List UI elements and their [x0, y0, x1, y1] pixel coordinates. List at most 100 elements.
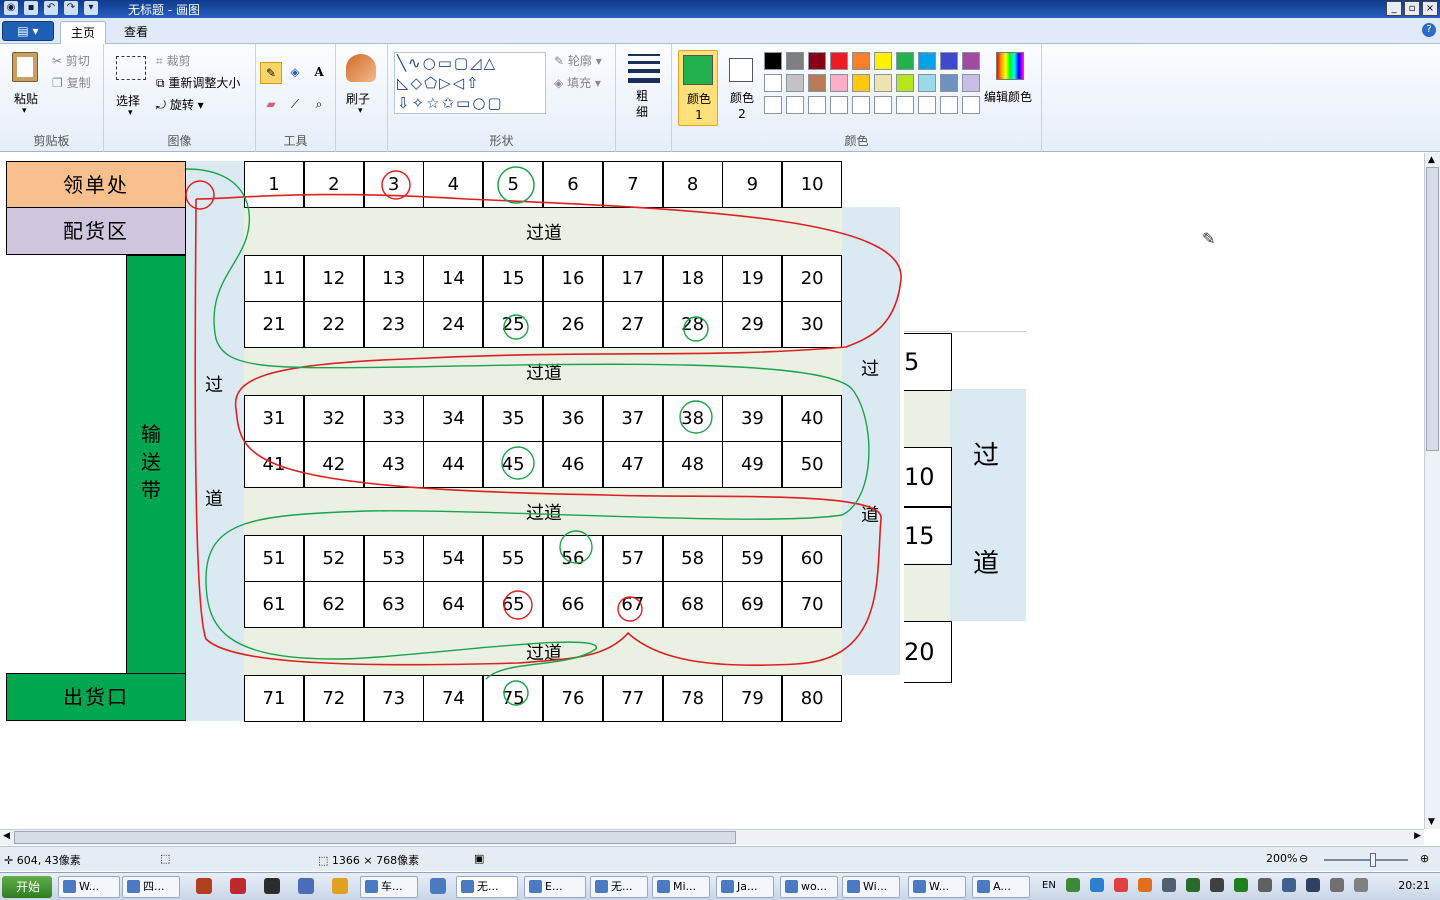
taskbar-item[interactable]: W... [58, 876, 120, 898]
edit-colors-button[interactable]: 编辑颜色 [984, 50, 1040, 120]
palette-swatch[interactable] [764, 96, 782, 114]
palette-swatch[interactable] [786, 74, 804, 92]
tab-home[interactable]: 主页 [60, 21, 107, 44]
palette-swatch[interactable] [918, 74, 936, 92]
palette-swatch[interactable] [786, 96, 804, 114]
tab-view[interactable]: 查看 [114, 21, 158, 44]
palette-swatch[interactable] [808, 52, 826, 70]
color2-button[interactable]: 颜色 2 [722, 50, 762, 126]
palette-swatch[interactable] [808, 74, 826, 92]
quick-launch-icon[interactable] [196, 878, 212, 894]
canvas-area[interactable]: 领单处 配货区 输 送 带 出货口 过道 过道 过道 过道 过 道 过 道 过 … [0, 153, 1424, 829]
zoom-in-button[interactable]: ⊕ [1420, 852, 1429, 865]
tray-icon[interactable] [1066, 878, 1080, 892]
redo-icon[interactable]: ↷ [64, 1, 78, 15]
zoom-slider[interactable] [1324, 853, 1408, 867]
size-button[interactable]: 粗细 [626, 52, 662, 122]
zoom-slider-thumb[interactable] [1370, 853, 1376, 867]
palette-swatch[interactable] [764, 52, 782, 70]
palette-swatch[interactable] [918, 96, 936, 114]
palette-swatch[interactable] [874, 74, 892, 92]
palette-swatch[interactable] [918, 52, 936, 70]
taskbar-item[interactable]: 四... [122, 876, 180, 898]
taskbar-item[interactable]: wo... [780, 876, 838, 898]
quick-launch-icon[interactable] [298, 878, 314, 894]
palette-swatch[interactable] [896, 96, 914, 114]
tray-icon[interactable] [1306, 878, 1320, 892]
language-indicator[interactable]: EN [1042, 880, 1056, 891]
palette-swatch[interactable] [852, 52, 870, 70]
save-icon[interactable]: ▪ [24, 1, 38, 15]
paste-button[interactable]: 粘贴 ▾ [6, 50, 46, 120]
file-menu-button[interactable]: ▤ ▾ [2, 21, 54, 41]
taskbar-item[interactable]: 车... [360, 876, 418, 898]
palette-swatch[interactable] [874, 52, 892, 70]
palette-swatch[interactable] [940, 96, 958, 114]
outline-button[interactable]: ✎ 轮廓 ▾ [554, 52, 602, 69]
taskbar-item[interactable]: 无... [590, 876, 648, 898]
palette-swatch[interactable] [830, 74, 848, 92]
tray-icon[interactable] [1354, 878, 1368, 892]
crop-button[interactable]: ⌗ 裁剪 [156, 52, 191, 69]
palette-swatch[interactable] [874, 96, 892, 114]
taskbar-item[interactable]: W... [908, 876, 966, 898]
pencil-icon[interactable]: ✎ [260, 62, 282, 84]
palette-swatch[interactable] [940, 74, 958, 92]
tray-icon[interactable] [1210, 878, 1224, 892]
palette-swatch[interactable] [940, 52, 958, 70]
fill-bucket-icon[interactable]: ◈ [284, 62, 306, 84]
tray-icon[interactable] [1090, 878, 1104, 892]
shapes-gallery[interactable]: ╲∿○▭▢◿△ ◺◇⬠▷◁⇧ ⇩✧☆✩▭○▢ [394, 52, 546, 114]
vertical-scroll-thumb[interactable] [1426, 167, 1439, 451]
palette-swatch[interactable] [830, 52, 848, 70]
scroll-up-icon[interactable]: ▲ [1428, 155, 1435, 165]
fill-button[interactable]: ◈ 填充 ▾ [554, 74, 601, 91]
cut-button[interactable]: ✂ 剪切 [52, 52, 90, 69]
quick-launch-icon[interactable] [332, 878, 348, 894]
horizontal-scrollbar[interactable]: ◀ ▶ [0, 829, 1424, 845]
text-tool-icon[interactable]: A [308, 62, 330, 84]
color-picker-icon[interactable]: ⟋ [284, 94, 306, 116]
qat-dropdown-icon[interactable]: ▾ [84, 1, 98, 15]
scroll-down-icon[interactable]: ▼ [1428, 817, 1435, 827]
palette-swatch[interactable] [896, 74, 914, 92]
quick-launch-icon[interactable] [430, 878, 446, 894]
palette-swatch[interactable] [786, 52, 804, 70]
quick-launch-icon[interactable] [264, 878, 280, 894]
copy-button[interactable]: ❐ 复制 [52, 74, 91, 91]
palette-swatch[interactable] [962, 74, 980, 92]
restore-button[interactable]: ▫ [1404, 1, 1420, 16]
magnifier-icon[interactable]: ⌕ [308, 94, 330, 116]
undo-icon[interactable]: ↶ [44, 1, 58, 15]
palette-swatch[interactable] [830, 96, 848, 114]
palette-swatch[interactable] [896, 52, 914, 70]
palette-swatch[interactable] [962, 96, 980, 114]
tray-icon[interactable] [1258, 878, 1272, 892]
tray-icon[interactable] [1186, 878, 1200, 892]
tray-icon[interactable] [1234, 878, 1248, 892]
brush-button[interactable]: 刷子 ▾ [342, 50, 382, 124]
taskbar-item[interactable]: Wi... [842, 876, 900, 898]
taskbar-item[interactable]: Mi... [652, 876, 710, 898]
tray-icon[interactable] [1330, 878, 1344, 892]
palette-swatch[interactable] [852, 74, 870, 92]
start-button[interactable]: 开始 [2, 876, 52, 898]
help-icon[interactable]: ? [1422, 23, 1436, 37]
palette-swatch[interactable] [852, 96, 870, 114]
taskbar-item[interactable]: 无... [456, 876, 518, 898]
zoom-out-button[interactable]: ⊖ [1299, 852, 1308, 865]
resize-button[interactable]: ⧉ 重新调整大小 [156, 74, 240, 91]
color1-button[interactable]: 颜色 1 [678, 50, 718, 126]
drawing-canvas[interactable]: 领单处 配货区 输 送 带 出货口 过道 过道 过道 过道 过 道 过 道 过 … [6, 159, 1424, 829]
tray-icon[interactable] [1138, 878, 1152, 892]
scroll-right-icon[interactable]: ▶ [1414, 831, 1421, 841]
taskbar-item[interactable]: A... [972, 876, 1030, 898]
eraser-icon[interactable]: ▰ [260, 94, 282, 116]
close-button[interactable]: × [1422, 1, 1438, 16]
palette-swatch[interactable] [962, 52, 980, 70]
rotate-button[interactable]: ⤾ 旋转 ▾ [156, 96, 204, 113]
vertical-scrollbar[interactable]: ▲ ▼ [1424, 153, 1440, 829]
minimize-button[interactable]: _ [1386, 1, 1402, 16]
tray-icon[interactable] [1282, 878, 1296, 892]
taskbar-item[interactable]: Ja... [716, 876, 774, 898]
